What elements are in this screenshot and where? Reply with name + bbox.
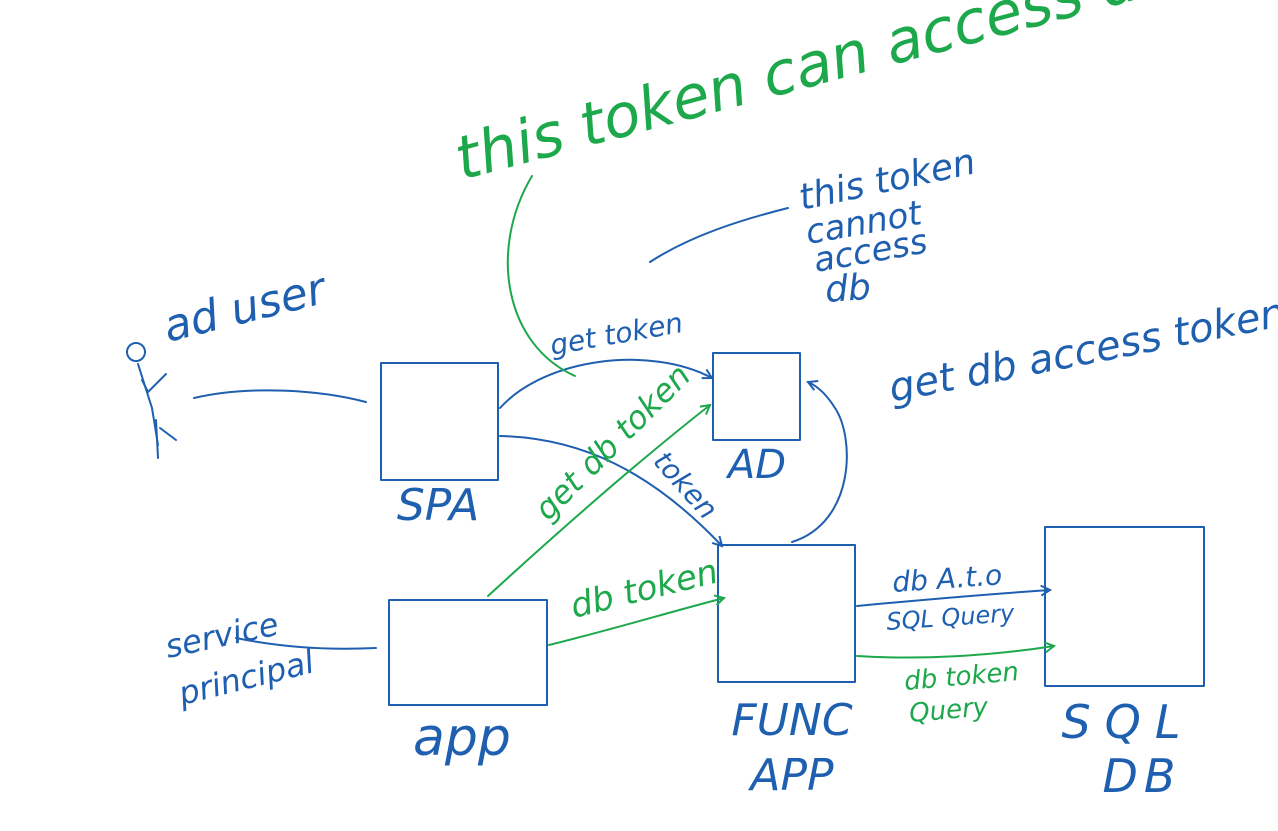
ad-label: AD <box>725 442 786 488</box>
user-legs <box>155 419 177 459</box>
architecture-diagram: SPA AD app FUNC APP SQL DB ad user servi… <box>126 0 1278 803</box>
app-box <box>388 599 548 706</box>
user-head <box>126 342 146 362</box>
sql-db-label-line1: SQL <box>1061 695 1194 749</box>
app-label: app <box>413 708 511 768</box>
func-to-sql-label-2-line1: db token <box>903 657 1020 697</box>
func-app-label-line2: APP <box>747 750 834 801</box>
sql-db-box <box>1044 526 1205 687</box>
ad-user-label: ad user <box>158 263 333 353</box>
spa-box <box>380 362 499 481</box>
func-to-sql-label-1-line1: db A.t.o <box>891 558 1003 599</box>
func-to-sql-arrow-green <box>856 646 1054 659</box>
cannot-access-pointer <box>649 207 789 263</box>
cannot-access-annotation-line4: db <box>824 267 872 311</box>
user-to-spa-line <box>193 389 367 403</box>
spa-token-label: token <box>647 445 725 526</box>
diagram-canvas: SPA AD app FUNC APP SQL DB ad user servi… <box>0 0 1278 826</box>
get-db-access-token-label: get db access token <box>885 290 1278 412</box>
ad-user-figure <box>126 342 177 459</box>
func-to-sql-label-2-line2: Query <box>908 692 990 729</box>
can-access-annotation: this token can access db <box>448 0 1183 194</box>
spa-get-token-label: get token <box>547 306 685 362</box>
func-app-box <box>717 544 856 683</box>
sql-db-label-line2: DB <box>1103 749 1182 803</box>
app-db-token-label: db token <box>567 552 722 627</box>
func-to-sql-label-1-line2: SQL Query <box>885 599 1015 636</box>
user-arms <box>141 373 167 393</box>
ad-box <box>712 352 801 441</box>
spa-label: SPA <box>397 480 479 531</box>
user-body <box>137 363 159 446</box>
func-app-label-line1: FUNC <box>731 695 852 746</box>
